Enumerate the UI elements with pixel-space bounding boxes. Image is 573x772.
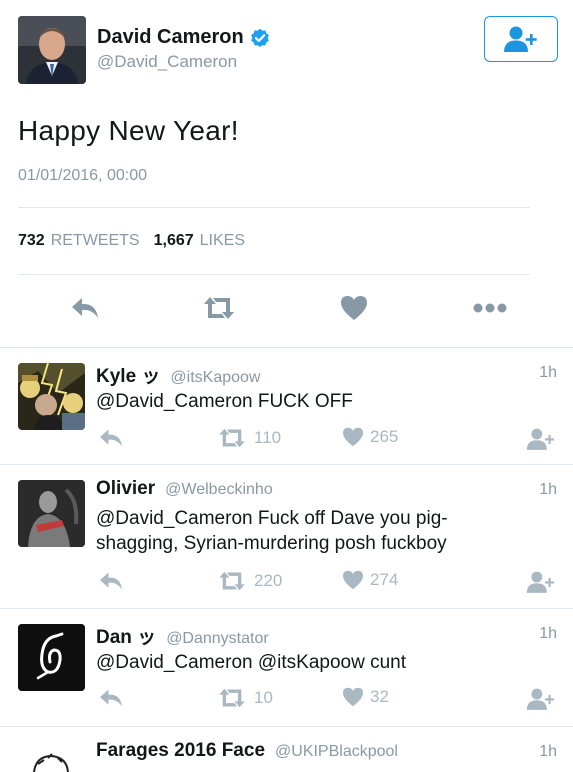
list-item[interactable]: Olivier @Welbeckinho 1h @David_Cameron F… [0, 464, 573, 608]
reply-author-handle[interactable]: @itsKapoow [170, 369, 260, 387]
reply-actions: 10 32 [96, 687, 566, 711]
reply-button[interactable] [98, 570, 124, 592]
reply-time[interactable]: 1h [539, 743, 557, 761]
reply-icon [100, 429, 122, 447]
retweet-button[interactable]: 220 [216, 570, 282, 592]
list-item[interactable]: Kyle ッ @itsKapoow 1h @David_Cameron FUCK… [0, 347, 573, 464]
avatar[interactable] [18, 742, 85, 772]
retweet-icon [219, 688, 245, 708]
reply-actions: 110 265 [96, 427, 566, 451]
reply-icon [100, 689, 122, 707]
like-icon [343, 427, 363, 447]
list-item[interactable]: Farages 2016 Face @UKIPBlackpool 1h [0, 726, 573, 772]
add-user-icon [526, 571, 555, 593]
retweet-count: 10 [254, 688, 273, 707]
reply-time[interactable]: 1h [539, 364, 557, 382]
follow-button[interactable] [526, 687, 556, 711]
retweets-label[interactable]: RETWEETS [51, 232, 140, 250]
more-options-icon[interactable] [473, 303, 507, 313]
author-name[interactable]: David Cameron [97, 26, 244, 49]
likes-count[interactable]: 1,667 [154, 232, 194, 250]
reply-text: @David_Cameron FUCK OFF [96, 391, 353, 412]
like-count: 274 [370, 570, 399, 589]
avatar[interactable] [18, 16, 86, 84]
reply-author-handle[interactable]: @Welbeckinho [165, 481, 273, 499]
add-user-icon [504, 26, 537, 52]
reply-author-handle[interactable]: @Dannystator [166, 630, 269, 648]
list-item[interactable]: Dan ッ @Dannystator 1h @David_Cameron @it… [0, 608, 573, 726]
retweet-icon[interactable] [201, 295, 237, 321]
like-count: 265 [370, 427, 399, 446]
tweet-actions [18, 275, 555, 343]
reply-button[interactable] [98, 427, 124, 449]
follow-button[interactable] [526, 570, 556, 594]
likes-label[interactable]: LIKES [200, 232, 245, 250]
like-button[interactable]: 32 [342, 687, 389, 707]
tweet-timestamp[interactable]: 01/01/2016, 00:00 [18, 167, 555, 185]
tweet-stats: 732 RETWEETS 1,667 LIKES [18, 208, 555, 274]
main-tweet: David Cameron @David_Cameron Happy New Y… [0, 0, 573, 343]
reply-actions: 220 274 [96, 570, 566, 594]
reply-button[interactable] [98, 687, 124, 709]
reply-author-handle[interactable]: @UKIPBlackpool [275, 743, 398, 761]
reply-author-name[interactable]: Dan ッ [96, 622, 156, 649]
retweet-button[interactable]: 110 [216, 427, 281, 449]
retweet-count: 220 [254, 571, 283, 590]
reply-author-name[interactable]: Farages 2016 Face [96, 740, 265, 762]
like-count: 32 [370, 687, 389, 706]
retweet-icon [219, 428, 245, 448]
reply-author-name[interactable]: Kyle ッ [96, 361, 160, 388]
like-button[interactable]: 265 [342, 427, 398, 447]
tweet-header: David Cameron @David_Cameron [18, 16, 555, 84]
avatar[interactable] [18, 624, 85, 691]
reply-author-name[interactable]: Olivier [96, 478, 155, 500]
avatar[interactable] [18, 363, 85, 430]
avatar[interactable] [18, 480, 85, 547]
like-button[interactable]: 274 [342, 570, 398, 590]
retweet-icon [219, 571, 245, 591]
follow-button[interactable] [484, 16, 558, 62]
retweet-button[interactable]: 10 [216, 687, 273, 709]
verified-badge-icon [250, 28, 269, 47]
add-user-icon [526, 428, 555, 450]
reply-text: @David_Cameron @itsKapoow cunt [96, 652, 406, 673]
reply-icon[interactable] [70, 295, 100, 321]
like-icon [343, 570, 363, 590]
reply-time[interactable]: 1h [539, 625, 557, 643]
follow-button[interactable] [526, 427, 556, 451]
tweet-text: Happy New Year! [18, 115, 239, 146]
retweets-count[interactable]: 732 [18, 232, 45, 250]
like-icon [343, 687, 363, 707]
reply-text: @David_Cameron Fuck off Dave you pig-sha… [96, 508, 448, 554]
reply-time[interactable]: 1h [539, 481, 557, 499]
author-handle[interactable]: @David_Cameron [97, 52, 270, 72]
like-icon[interactable] [340, 295, 368, 321]
add-user-icon [526, 688, 555, 710]
retweet-count: 110 [254, 428, 282, 447]
reply-icon [100, 572, 122, 590]
